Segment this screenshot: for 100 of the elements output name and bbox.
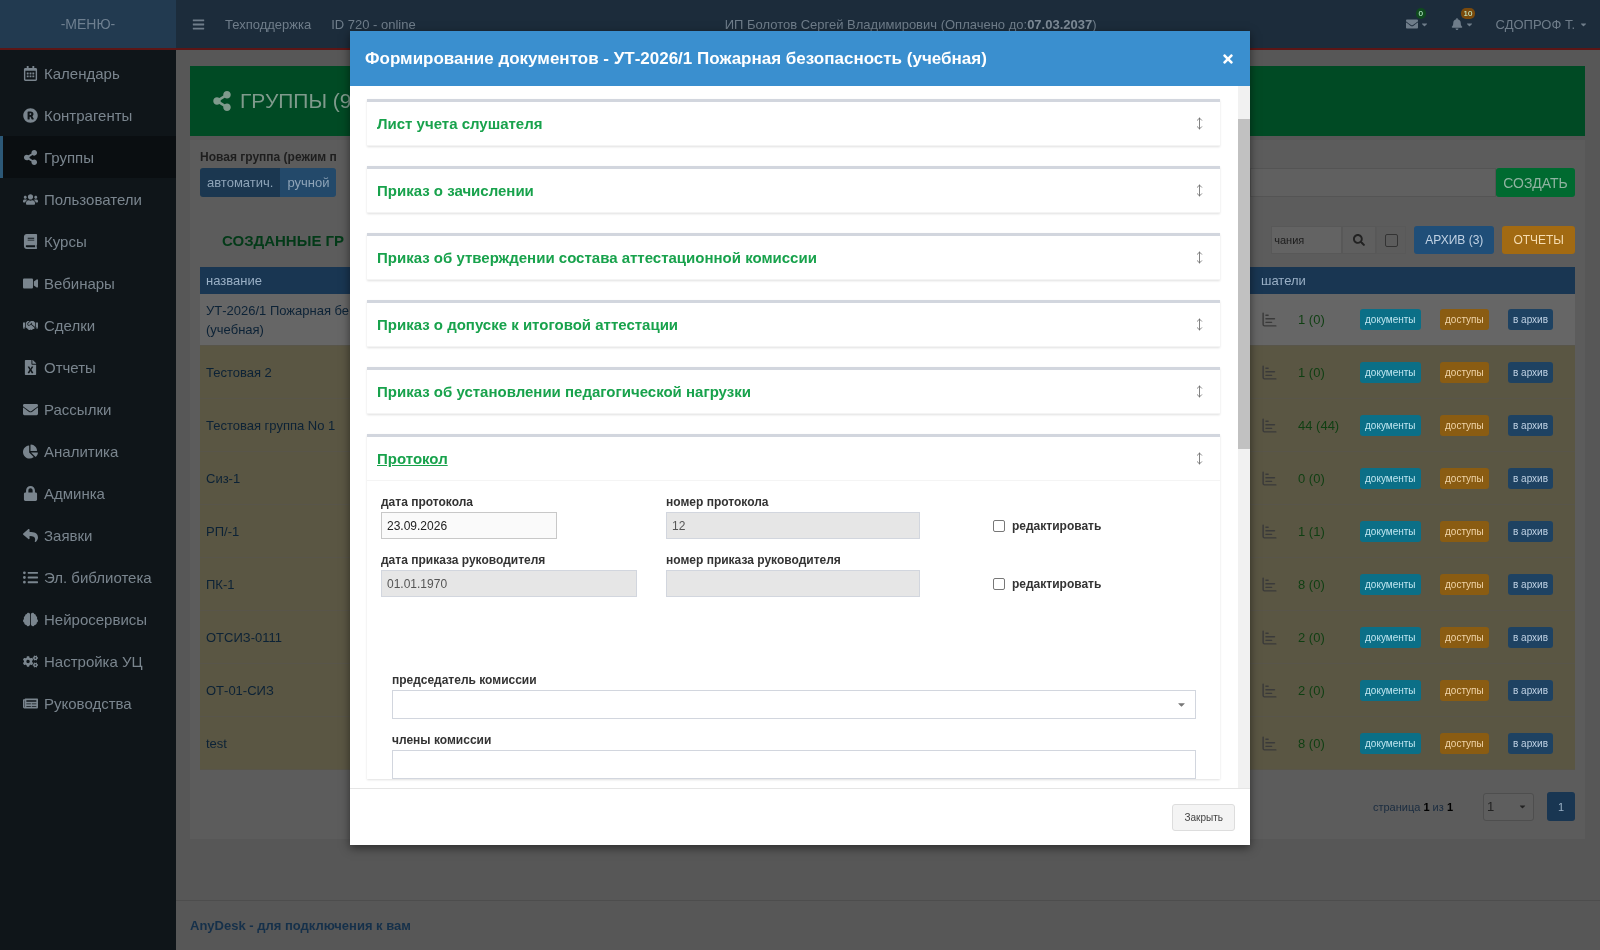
- bell-icon[interactable]: [1450, 18, 1463, 30]
- bar-chart-icon[interactable]: [1261, 416, 1278, 434]
- sidebar-item[interactable]: Заявки: [0, 514, 176, 556]
- access-button[interactable]: доступы: [1440, 467, 1489, 489]
- documents-button[interactable]: документы: [1360, 467, 1421, 489]
- section-link[interactable]: Приказ об утверждении состава аттестационной комиссии: [377, 249, 817, 266]
- bar-chart-icon[interactable]: [1261, 363, 1278, 381]
- mode-button[interactable]: ручной: [280, 168, 337, 197]
- listener-count: 8 (0): [1297, 735, 1326, 751]
- top-link[interactable]: Техподдержка: [225, 16, 312, 32]
- close-button[interactable]: Закрыть: [1172, 803, 1235, 831]
- create-button[interactable]: СОЗДАТЬ: [1496, 168, 1575, 197]
- search-button[interactable]: [1342, 226, 1377, 254]
- sidebar-item[interactable]: Группы: [0, 136, 176, 178]
- archive-button[interactable]: АРХИВ (3): [1414, 226, 1495, 254]
- bar-chart-icon[interactable]: [1261, 311, 1278, 328]
- book-icon: [23, 233, 38, 249]
- bar-chart-icon[interactable]: [1261, 628, 1278, 646]
- mode-button[interactable]: автоматич.: [200, 168, 281, 197]
- page-button[interactable]: 1: [1547, 792, 1575, 821]
- archive-button[interactable]: в архив: [1508, 732, 1553, 754]
- sidebar-item[interactable]: Эл. библиотека: [0, 556, 176, 598]
- archive-button[interactable]: в архив: [1508, 573, 1553, 595]
- group-name[interactable]: УТ-2026/1 Пожарная бе (учебная): [200, 300, 350, 339]
- documents-button[interactable]: документы: [1360, 361, 1421, 383]
- sidebar-item[interactable]: Админка: [0, 472, 176, 514]
- bar-chart-icon[interactable]: [1261, 522, 1278, 540]
- section-link[interactable]: Лист учета слушателя: [377, 115, 543, 132]
- scrollbar[interactable]: [1238, 86, 1250, 788]
- sidebar-item[interactable]: Руководства: [0, 682, 176, 724]
- edit-checkbox[interactable]: [993, 577, 1005, 590]
- share-icon: [23, 149, 38, 165]
- access-button[interactable]: доступы: [1440, 573, 1489, 595]
- bar-chart-icon[interactable]: [1261, 734, 1278, 752]
- sidebar-item[interactable]: Календарь: [0, 52, 176, 94]
- edit-checkbox[interactable]: [993, 519, 1005, 532]
- sidebar-item[interactable]: Курсы: [0, 220, 176, 262]
- count-badge: 10: [1460, 8, 1476, 19]
- documents-button[interactable]: документы: [1360, 679, 1421, 701]
- documents-button[interactable]: документы: [1360, 573, 1421, 595]
- archive-button[interactable]: в архив: [1508, 626, 1553, 648]
- close-button[interactable]: [1221, 51, 1235, 66]
- sidebar-item[interactable]: Вебинары: [0, 262, 176, 304]
- reports-button[interactable]: ОТЧЕТЫ: [1502, 226, 1575, 254]
- page-select[interactable]: 1: [1483, 792, 1534, 821]
- sidebar-item[interactable]: Нейросервисы: [0, 598, 176, 640]
- sidebar-item[interactable]: Пользователи: [0, 178, 176, 220]
- documents-button[interactable]: документы: [1360, 626, 1421, 648]
- section-link[interactable]: Протокол: [377, 450, 448, 467]
- group-name-field[interactable]: [1250, 168, 1496, 197]
- bar-chart-icon[interactable]: [1261, 575, 1278, 593]
- archive-button[interactable]: в архив: [1508, 520, 1553, 542]
- sidebar-item[interactable]: Аналитика: [0, 430, 176, 472]
- access-button[interactable]: доступы: [1440, 309, 1489, 330]
- count-badge: 0: [1415, 8, 1426, 19]
- menu-label[interactable]: -МЕНЮ-: [0, 0, 176, 48]
- sidebar-item[interactable]: Сделки: [0, 304, 176, 346]
- members-field[interactable]: [392, 750, 1196, 779]
- listener-count: 0 (0): [1297, 470, 1326, 486]
- brain-icon: [23, 611, 38, 627]
- page-title: ГРУППЫ (9: [240, 89, 352, 113]
- access-button[interactable]: доступы: [1440, 520, 1489, 542]
- access-button[interactable]: доступы: [1440, 679, 1489, 701]
- search-field[interactable]: чания: [1271, 226, 1343, 254]
- access-button[interactable]: доступы: [1440, 414, 1489, 436]
- filter-checkbox[interactable]: [1384, 233, 1398, 247]
- archive-button[interactable]: в архив: [1508, 309, 1553, 330]
- section-link[interactable]: Приказ о зачислении: [377, 182, 534, 199]
- bar-chart-icon[interactable]: [1261, 681, 1278, 699]
- listener-count: 2 (0): [1297, 629, 1326, 645]
- section-link[interactable]: Приказ об установлении педагогической нагрузки: [377, 383, 751, 400]
- section-link[interactable]: Приказ о допуске к итоговой аттестации: [377, 316, 679, 333]
- archive-button[interactable]: в архив: [1508, 361, 1553, 383]
- sidebar-item[interactable]: Рассылки: [0, 388, 176, 430]
- top-link[interactable]: ID 720 - online: [331, 16, 416, 32]
- sidebar-item[interactable]: Отчеты: [0, 346, 176, 388]
- user-menu[interactable]: СДОПРОФ Т.: [1495, 16, 1575, 32]
- field-label: дата приказа руководителя: [381, 553, 547, 567]
- bar-chart-icon[interactable]: [1261, 469, 1278, 487]
- list-icon: [23, 569, 38, 585]
- documents-button[interactable]: документы: [1360, 414, 1421, 436]
- archive-button[interactable]: в архив: [1508, 467, 1553, 489]
- archive-button[interactable]: в архив: [1508, 414, 1553, 436]
- field-label: дата протокола: [381, 495, 474, 509]
- documents-button[interactable]: документы: [1360, 732, 1421, 754]
- mail-icon[interactable]: [1405, 18, 1418, 30]
- listener-count: 44 (44): [1297, 417, 1341, 433]
- sidebar-item[interactable]: Настройка УЦ: [0, 640, 176, 682]
- documents-button[interactable]: документы: [1360, 520, 1421, 542]
- menu-icon[interactable]: [192, 17, 205, 31]
- access-button[interactable]: доступы: [1440, 361, 1489, 383]
- archive-button[interactable]: в архив: [1508, 679, 1553, 701]
- chair-select[interactable]: [392, 690, 1196, 719]
- access-button[interactable]: доступы: [1440, 626, 1489, 648]
- sidebar-item[interactable]: Контрагенты: [0, 94, 176, 136]
- documents-button[interactable]: документы: [1360, 309, 1421, 330]
- input-field[interactable]: 23.09.2026: [381, 512, 557, 539]
- checkbox-label: редактировать: [1012, 576, 1102, 591]
- caret-icon: [1518, 802, 1527, 811]
- access-button[interactable]: доступы: [1440, 732, 1489, 754]
